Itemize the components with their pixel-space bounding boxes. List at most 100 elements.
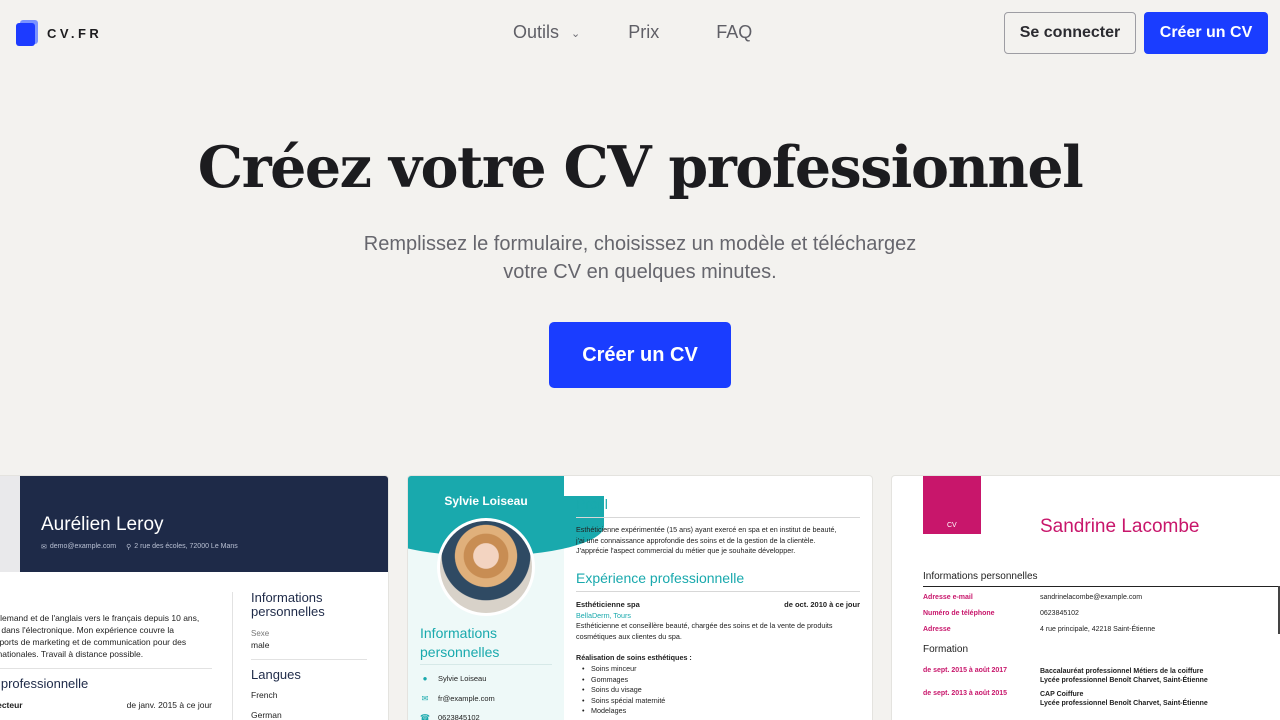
create-cv-button-hero[interactable]: Créer un CV: [549, 322, 731, 388]
job-row: électeur de janv. 2015 à ce jour: [0, 700, 212, 710]
section-heading-info: Informations personnelles: [420, 625, 500, 660]
job-desc-line: cosmétiques aux clientes du spa.: [576, 631, 682, 641]
person-icon: ●: [422, 674, 428, 683]
field-value-sex: male: [251, 640, 270, 650]
contact-row: ● Sylvie Loiseau: [420, 674, 487, 683]
field-value: sandrinelacombe@example.com: [1040, 594, 1143, 601]
location-icon: ⚲: [126, 544, 132, 551]
hero-subtitle: Remplissez le formulaire, choisissez un …: [363, 233, 917, 283]
cv-template-card-teal[interactable]: Sylvie Loiseau Informations personnelles…: [408, 476, 872, 720]
divider: [0, 668, 212, 669]
profile-line: j'ai une connaissance approfondie des so…: [576, 535, 816, 545]
logo-text: CV.FR: [47, 25, 103, 41]
section-heading-experience: Expérience professionnelle: [576, 570, 745, 586]
summary-line: upports de marketing et de communication…: [0, 637, 187, 647]
section-heading-info: Informations personnelles: [251, 590, 325, 619]
job-description: Esthéticienne et conseillère beauté, cha…: [576, 621, 860, 642]
profile-text: Esthéticienne expérimentée (15 ans) ayan…: [576, 525, 860, 557]
logo-icon: [16, 20, 38, 46]
section-heading-info: Informations personnelles: [923, 571, 1038, 582]
section-heading-profile: Profil: [576, 496, 608, 512]
job-dates: de oct. 2010 à ce jour: [784, 600, 860, 609]
menu-item-label: FAQ: [716, 22, 753, 42]
summary-line: l'allemand et de l'anglais vers le franç…: [0, 613, 200, 623]
menu-item-label: Prix: [628, 22, 660, 42]
education-dates: de sept. 2013 à août 2015: [923, 690, 1008, 697]
create-cv-button-header[interactable]: Créer un CV: [1144, 12, 1268, 54]
cv-name: Aurélien Leroy: [41, 514, 164, 535]
mail-icon: ✉: [421, 694, 429, 703]
divider: [923, 586, 1280, 587]
profile-line: Esthéticienne expérimentée (15 ans) ayan…: [576, 525, 837, 534]
cv-name: Sylvie Loiseau: [444, 494, 528, 508]
language-item: German: [251, 710, 282, 720]
divider: [251, 659, 367, 660]
job-title: électeur: [0, 700, 23, 710]
hero-title: Créez votre CV professionnel: [197, 134, 1084, 201]
site-logo[interactable]: CV.FR: [16, 20, 102, 46]
cv-address: 2 rue des écoles, 72000 Le Mans: [134, 543, 238, 550]
skill-item: Modelages: [582, 706, 626, 715]
cv-contact-line: ✉ demo@example.com ⚲ 2 rue des écoles, 7…: [41, 543, 238, 551]
divider: [576, 517, 860, 518]
profile-photo: [437, 518, 535, 616]
cv-template-card-magenta[interactable]: CV Sandrine Lacombe Informations personn…: [892, 476, 1280, 720]
cv-header: Aurélien Leroy ✉ demo@example.com ⚲ 2 ru…: [20, 476, 388, 572]
divider: [576, 591, 860, 592]
menu-item-label: Outils: [513, 22, 560, 42]
skill-item: Soins minceur: [582, 664, 636, 673]
column-divider: [232, 592, 233, 720]
education-entry: Baccalauréat professionnel Métiers de la…: [1040, 667, 1208, 685]
cv-badge: CV: [923, 476, 981, 534]
skill-item: Soins du visage: [582, 685, 642, 694]
cv-name: Sandrine Lacombe: [1040, 516, 1200, 537]
cv-template-card-navy[interactable]: Aurélien Leroy ✉ demo@example.com ⚲ 2 ru…: [0, 476, 388, 720]
field-label-sex: Sexe: [251, 629, 270, 638]
cv-email: demo@example.com: [49, 543, 117, 550]
education-school: Lycée professionnel Benoît Charvet, Sain…: [1040, 677, 1208, 684]
education-entry: CAP Coiffure Lycée professionnel Benoît …: [1040, 690, 1208, 708]
phone-icon: ☎: [420, 713, 430, 720]
skill-item: Gommages: [582, 675, 628, 684]
job-desc-line: Esthéticienne et conseillère beauté, cha…: [576, 621, 833, 630]
cv-summary: l'allemand et de l'anglais vers le franç…: [0, 612, 212, 660]
field-value: 0623845102: [1040, 610, 1079, 617]
education-dates: de sept. 2015 à août 2017: [923, 667, 1008, 674]
divider: [420, 664, 552, 665]
main-menu: Outils ⌄ Prix FAQ: [513, 22, 752, 43]
contact-text: 0623845102: [438, 713, 480, 720]
menu-item-faq[interactable]: FAQ: [716, 22, 752, 43]
job-row: Esthéticienne spa de oct. 2010 à ce jour: [576, 600, 860, 609]
education-school: Lycée professionnel Benoît Charvet, Sain…: [1040, 700, 1208, 707]
contact-text: Sylvie Loiseau: [438, 674, 487, 683]
chevron-down-icon: ⌄: [571, 28, 581, 40]
job-title: Esthéticienne spa: [576, 600, 640, 609]
education-degree: Baccalauréat professionnel Métiers de la…: [1040, 668, 1204, 675]
field-label: Adresse e-mail: [923, 594, 973, 601]
photo-edge: [0, 476, 20, 572]
profile-line: J'apprécie l'aspect commercial du métier…: [576, 546, 796, 556]
field-label: Adresse: [923, 626, 951, 633]
field-value: 4 rue principale, 42218 Saint-Étienne: [1040, 626, 1156, 633]
contact-text: fr@example.com: [438, 694, 495, 703]
skills-heading: Réalisation de soins esthétiques :: [576, 653, 692, 662]
summary-line: ernationales. Travail à distance possibl…: [0, 649, 144, 659]
language-item: French: [251, 690, 278, 700]
field-label: Numéro de téléphone: [923, 610, 995, 617]
contact-row: ✉ fr@example.com: [420, 694, 495, 703]
section-heading-experience: e professionnelle: [0, 676, 89, 691]
top-navigation: CV.FR Outils ⌄ Prix FAQ Se connecter Cré…: [0, 0, 1280, 66]
education-degree: CAP Coiffure: [1040, 691, 1084, 698]
contact-row: ☎ 0623845102: [420, 713, 480, 720]
login-button[interactable]: Se connecter: [1004, 12, 1136, 54]
section-heading-languages: Langues: [251, 667, 301, 682]
cv-sidebar: Sylvie Loiseau Informations personnelles…: [408, 476, 604, 720]
summary-line: sé dans l'électronique. Mon expérience c…: [0, 625, 175, 635]
job-dates: de janv. 2015 à ce jour: [126, 700, 212, 710]
skill-item: Soins spécial maternité: [582, 696, 665, 705]
menu-item-prix[interactable]: Prix: [628, 22, 659, 43]
job-place: BellaDerm, Tours: [576, 611, 631, 620]
section-heading-education: Formation: [923, 644, 969, 655]
menu-item-outils[interactable]: Outils ⌄: [513, 22, 580, 43]
mail-icon: ✉: [41, 544, 47, 551]
